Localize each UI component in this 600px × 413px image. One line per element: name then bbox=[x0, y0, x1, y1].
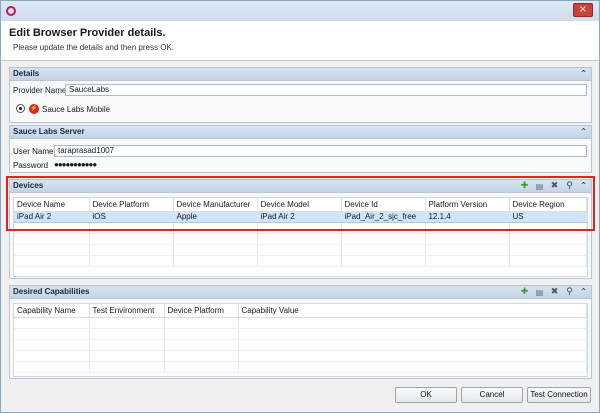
test-connection-button[interactable]: Test Connection bbox=[527, 387, 591, 403]
server-section: Sauce Labs Server ⌃ User Name taraprasad… bbox=[9, 125, 592, 173]
column-header[interactable]: Capability Name bbox=[14, 304, 90, 318]
collapse-icon[interactable]: ⌃ bbox=[580, 127, 587, 136]
capabilities-toolbar: ✚ ▤ ✖ ⚲ bbox=[519, 287, 575, 298]
capabilities-table: Capability Name Test Environment Device … bbox=[13, 303, 588, 377]
capabilities-header-row: Capability Name Test Environment Device … bbox=[14, 304, 587, 318]
edit-icon[interactable]: ▤ bbox=[534, 287, 545, 298]
collapse-icon[interactable]: ⌃ bbox=[580, 181, 587, 190]
devices-header-row: Device Name Device Platform Device Manuf… bbox=[14, 198, 587, 212]
empty-row bbox=[14, 222, 587, 234]
devices-section-header[interactable]: Devices ✚ ▤ ✖ ⚲ ⌃ bbox=[10, 180, 591, 193]
empty-row bbox=[14, 328, 587, 340]
column-header[interactable]: Capability Value bbox=[238, 304, 587, 318]
provider-name-input[interactable]: SauceLabs bbox=[65, 84, 587, 96]
table-cell: iPad_Air_2_sjc_free bbox=[341, 211, 426, 223]
edit-icon[interactable]: ▤ bbox=[534, 181, 545, 192]
empty-row bbox=[14, 339, 587, 351]
empty-row bbox=[14, 350, 587, 362]
ok-button[interactable]: OK bbox=[395, 387, 457, 403]
sauce-labs-mobile-radio[interactable] bbox=[16, 104, 25, 113]
column-header[interactable]: Device Platform bbox=[164, 304, 239, 318]
details-section-title: Details bbox=[13, 69, 40, 78]
close-button[interactable]: × bbox=[573, 3, 593, 17]
sauce-labs-mobile-label: Sauce Labs Mobile bbox=[42, 105, 111, 114]
add-icon[interactable]: ✚ bbox=[519, 181, 530, 192]
column-header[interactable]: Device Id bbox=[341, 198, 426, 212]
table-cell: 12.1.4 bbox=[425, 211, 510, 223]
details-section: Details ⌃ Provider Name SauceLabs ⚡ Sauc… bbox=[9, 67, 592, 123]
add-icon[interactable]: ✚ bbox=[519, 287, 530, 298]
empty-row bbox=[14, 361, 587, 373]
search-icon[interactable]: ⚲ bbox=[564, 181, 575, 192]
table-cell: iOS bbox=[89, 211, 174, 223]
title-bar: × bbox=[1, 1, 599, 21]
collapse-icon[interactable]: ⌃ bbox=[580, 69, 587, 78]
empty-row bbox=[14, 233, 587, 245]
cancel-button[interactable]: Cancel bbox=[461, 387, 523, 403]
sauce-labs-logo-icon: ⚡ bbox=[29, 104, 39, 114]
provider-name-label: Provider Name bbox=[13, 86, 67, 95]
column-header[interactable]: Device Region bbox=[509, 198, 587, 212]
empty-row bbox=[14, 244, 587, 256]
empty-row bbox=[14, 255, 587, 267]
password-input[interactable]: ●●●●●●●●●●● bbox=[54, 160, 97, 169]
empty-row bbox=[14, 317, 587, 329]
table-cell: Apple bbox=[173, 211, 258, 223]
app-icon bbox=[6, 6, 16, 16]
devices-table: Device Name Device Platform Device Manuf… bbox=[13, 197, 588, 277]
devices-section: Devices ✚ ▤ ✖ ⚲ ⌃ Device Name Device Pla… bbox=[9, 179, 592, 279]
capabilities-section-title: Desired Capabilities bbox=[13, 287, 90, 296]
table-cell: iPad Air 2 bbox=[14, 211, 90, 223]
delete-icon[interactable]: ✖ bbox=[549, 181, 560, 192]
collapse-icon[interactable]: ⌃ bbox=[580, 287, 587, 296]
details-section-header[interactable]: Details ⌃ bbox=[10, 68, 591, 81]
username-label: User Name bbox=[13, 147, 54, 156]
capabilities-section-header[interactable]: Desired Capabilities ✚ ▤ ✖ ⚲ ⌃ bbox=[10, 286, 591, 299]
dialog-header: Edit Browser Provider details. Please up… bbox=[1, 21, 599, 61]
capabilities-section: Desired Capabilities ✚ ▤ ✖ ⚲ ⌃ Capabilit… bbox=[9, 285, 592, 379]
column-header[interactable]: Test Environment bbox=[89, 304, 165, 318]
server-section-header[interactable]: Sauce Labs Server ⌃ bbox=[10, 126, 591, 139]
server-section-title: Sauce Labs Server bbox=[13, 127, 85, 136]
table-cell: US bbox=[509, 211, 587, 223]
column-header[interactable]: Device Name bbox=[14, 198, 90, 212]
column-header[interactable]: Device Model bbox=[257, 198, 342, 212]
password-label: Password bbox=[13, 161, 49, 170]
delete-icon[interactable]: ✖ bbox=[549, 287, 560, 298]
dialog-subtitle: Please update the details and then press… bbox=[13, 43, 174, 52]
search-icon[interactable]: ⚲ bbox=[564, 287, 575, 298]
devices-section-title: Devices bbox=[13, 181, 44, 190]
column-header[interactable]: Platform Version bbox=[425, 198, 510, 212]
column-header[interactable]: Device Manufacturer bbox=[173, 198, 258, 212]
table-cell: iPad Air 2 bbox=[257, 211, 342, 223]
column-header[interactable]: Device Platform bbox=[89, 198, 174, 212]
table-row[interactable]: iPad Air 2 iOS Apple iPad Air 2 iPad_Air… bbox=[14, 211, 587, 223]
username-input[interactable]: taraprasad1007 bbox=[54, 145, 587, 157]
dialog-title: Edit Browser Provider details. bbox=[9, 27, 166, 39]
devices-toolbar: ✚ ▤ ✖ ⚲ bbox=[519, 181, 575, 192]
dialog-window: × Edit Browser Provider details. Please … bbox=[0, 0, 600, 413]
